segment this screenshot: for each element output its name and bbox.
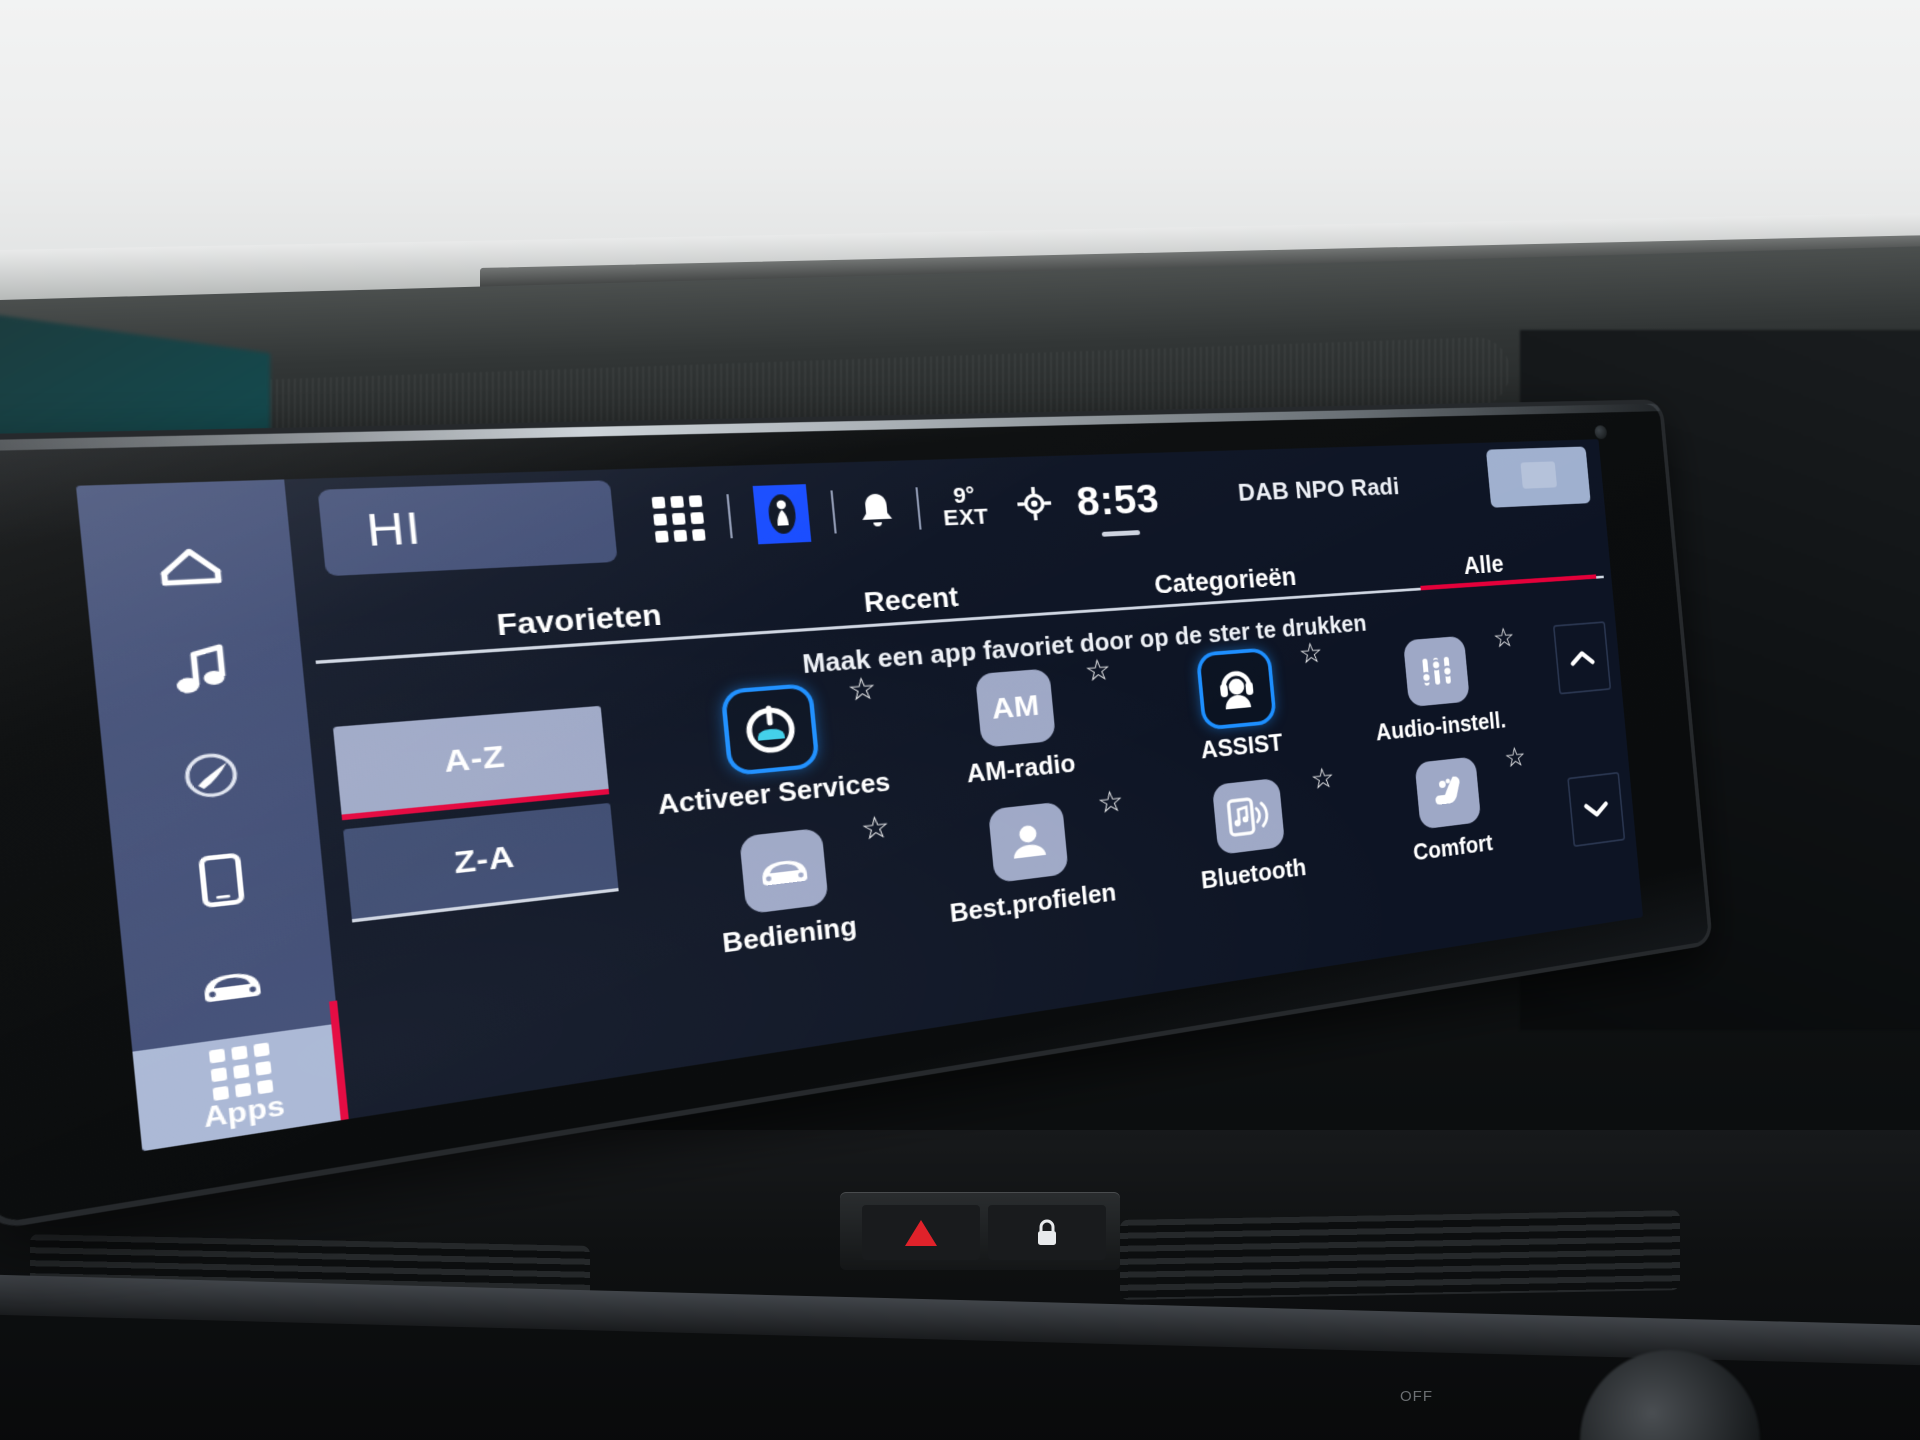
app-assist[interactable]: ☆ ASSIST xyxy=(1126,638,1346,772)
sidebar-item-home[interactable] xyxy=(79,509,297,624)
hi-button[interactable]: HI xyxy=(317,480,618,577)
car-front-icon xyxy=(739,827,829,915)
app-bluetooth[interactable]: ☆ Bluetooth xyxy=(1138,763,1357,902)
app-scrollbar xyxy=(1552,621,1627,885)
chevron-down-icon xyxy=(1583,799,1609,819)
scroll-down-button[interactable] xyxy=(1567,771,1626,848)
sidebar-item-navigation[interactable] xyxy=(100,715,317,838)
hi-button-label: HI xyxy=(364,503,424,556)
app-label: AM-radio xyxy=(965,749,1077,789)
phone-music-icon xyxy=(1211,777,1286,856)
assist-headset-icon xyxy=(1199,651,1274,727)
favorite-star-icon[interactable]: ☆ xyxy=(846,672,878,708)
media-source-label: DAB NPO Radi xyxy=(1236,472,1401,507)
divider xyxy=(830,490,837,534)
display-stage: Apps HI 9° EXT 8:53 DAB NPO Radi Favorie… xyxy=(0,0,1920,1440)
app-label: Bluetooth xyxy=(1199,854,1308,895)
app-bestuurdersprofielen[interactable]: ☆ Best.profielen xyxy=(906,785,1148,934)
favorite-star-icon[interactable]: ☆ xyxy=(860,810,892,847)
app-audio-instellingen[interactable]: ☆ Audio-instell. xyxy=(1336,623,1536,750)
favorite-star-icon[interactable]: ☆ xyxy=(1083,654,1112,688)
favorite-star-icon[interactable]: ☆ xyxy=(1096,785,1125,820)
tab-active-indicator xyxy=(1420,574,1597,591)
car-icon xyxy=(191,959,273,1011)
tab-recent[interactable]: Recent xyxy=(862,582,959,619)
navigation-icon xyxy=(176,746,246,805)
bell-icon[interactable] xyxy=(856,490,896,530)
app-label: Comfort xyxy=(1412,830,1494,866)
favorite-star-icon[interactable]: ☆ xyxy=(1310,763,1336,796)
app-list-panel: Maak een app favoriet door op de ster te… xyxy=(304,586,1643,1119)
seat-icon xyxy=(1414,756,1482,830)
assist-person-icon[interactable] xyxy=(752,484,812,545)
apps-grid-icon[interactable] xyxy=(651,494,706,543)
exterior-temperature: 9° EXT xyxy=(940,482,990,531)
chevron-up-icon xyxy=(1569,648,1595,667)
display-bezel: Apps HI 9° EXT 8:53 DAB NPO Radi Favorie… xyxy=(0,403,1710,1225)
divider xyxy=(726,494,733,539)
app-comfort[interactable]: ☆ Comfort xyxy=(1348,742,1547,875)
clock-time: 8:53 xyxy=(1074,475,1161,525)
divider xyxy=(915,487,922,530)
app-am-radio[interactable]: AM ☆ AM-radio xyxy=(893,654,1136,796)
app-label: Bediening xyxy=(721,912,859,959)
equalizer-icon xyxy=(1402,635,1470,708)
app-bediening[interactable]: ☆ Bediening xyxy=(648,810,917,968)
app-label: Best.profielen xyxy=(948,878,1118,929)
app-label: Audio-instell. xyxy=(1374,707,1507,746)
infotainment-screen: Apps HI 9° EXT 8:53 DAB NPO Radi Favorie… xyxy=(75,439,1644,1152)
favorite-star-icon[interactable]: ☆ xyxy=(1492,623,1516,654)
favorite-star-icon[interactable]: ☆ xyxy=(1298,638,1324,670)
tab-alle[interactable]: Alle xyxy=(1462,550,1504,580)
apps-grid-icon xyxy=(208,1042,273,1102)
sort-az-button[interactable]: A-Z xyxy=(332,705,610,821)
sidebar-item-media[interactable] xyxy=(90,612,308,731)
clock: 8:53 xyxy=(1074,475,1161,537)
clock-underline xyxy=(1101,530,1141,537)
tab-favorieten[interactable]: Favorieten xyxy=(495,599,663,643)
person-icon xyxy=(987,801,1069,884)
app-activeer-services[interactable]: ☆ Activeer Services xyxy=(634,672,904,823)
app-label: Activeer Services xyxy=(656,768,892,821)
sort-controls: A-Z Z-A xyxy=(332,705,619,923)
favorite-star-icon[interactable]: ☆ xyxy=(1503,742,1527,773)
home-icon xyxy=(155,541,224,591)
gps-crosshair-icon xyxy=(1016,486,1053,522)
sort-za-button[interactable]: Z-A xyxy=(343,802,619,923)
tab-categorieen[interactable]: Categorieën xyxy=(1153,562,1297,600)
camera-dot xyxy=(1594,425,1608,440)
scroll-up-button[interactable] xyxy=(1552,621,1612,695)
power-services-icon xyxy=(725,687,816,772)
music-note-icon xyxy=(169,643,233,698)
status-bar-widget[interactable] xyxy=(1485,446,1591,508)
temperature-label: EXT xyxy=(942,503,990,531)
app-label: ASSIST xyxy=(1199,729,1284,765)
phone-device-icon xyxy=(197,851,247,909)
am-text-icon: AM xyxy=(974,668,1057,748)
